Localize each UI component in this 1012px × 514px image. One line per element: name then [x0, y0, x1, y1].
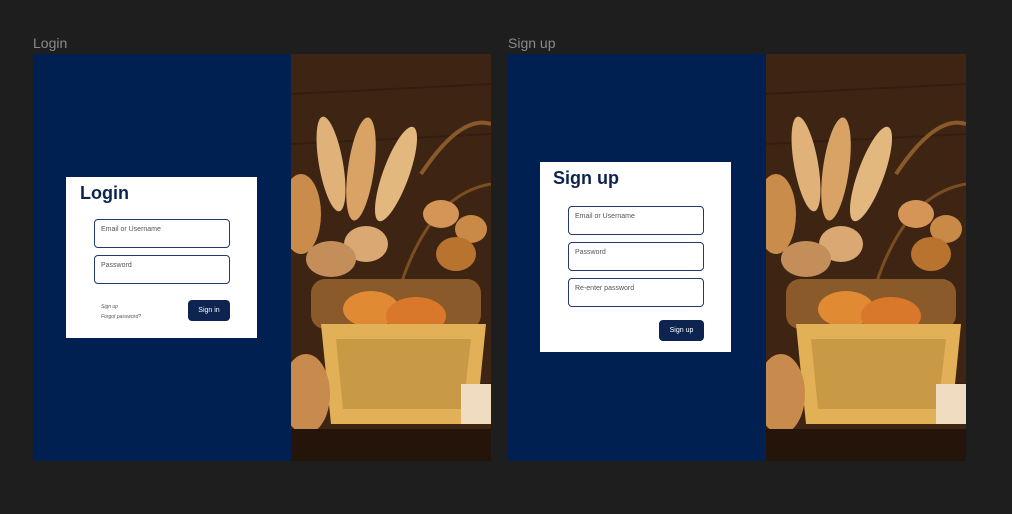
- frame-label-login: Login: [33, 35, 68, 51]
- signup-password-placeholder: Password: [575, 249, 606, 256]
- signup-title: Sign up: [553, 168, 619, 188]
- sign-up-link[interactable]: Sign up: [101, 304, 118, 310]
- signup-card: Sign up Email or Username Password Re-en…: [540, 162, 731, 352]
- signup-password-field[interactable]: Password: [568, 242, 704, 271]
- login-frame: Login Email or Username Password Sign up…: [33, 54, 491, 461]
- sign-up-button[interactable]: Sign up: [659, 320, 704, 341]
- login-title: Login: [80, 183, 129, 203]
- login-password-field[interactable]: Password: [94, 255, 230, 284]
- signup-frame: Sign up Email or Username Password Re-en…: [508, 54, 966, 461]
- login-password-placeholder: Password: [101, 262, 132, 269]
- login-email-field[interactable]: Email or Username: [94, 219, 230, 248]
- bread-image: [766, 54, 966, 461]
- login-card: Login Email or Username Password Sign up…: [66, 177, 257, 338]
- frame-label-signup: Sign up: [508, 35, 556, 51]
- signup-email-placeholder: Email or Username: [575, 213, 635, 220]
- forgot-password-link[interactable]: Forgot password?: [101, 314, 141, 320]
- bread-image: [291, 54, 491, 461]
- signup-reenter-password-field[interactable]: Re-enter password: [568, 278, 704, 307]
- signup-reenter-placeholder: Re-enter password: [575, 285, 635, 292]
- signup-email-field[interactable]: Email or Username: [568, 206, 704, 235]
- sign-in-button[interactable]: Sign in: [188, 300, 230, 321]
- login-email-placeholder: Email or Username: [101, 226, 161, 233]
- bread-photo: [291, 54, 491, 461]
- bread-photo: [766, 54, 966, 461]
